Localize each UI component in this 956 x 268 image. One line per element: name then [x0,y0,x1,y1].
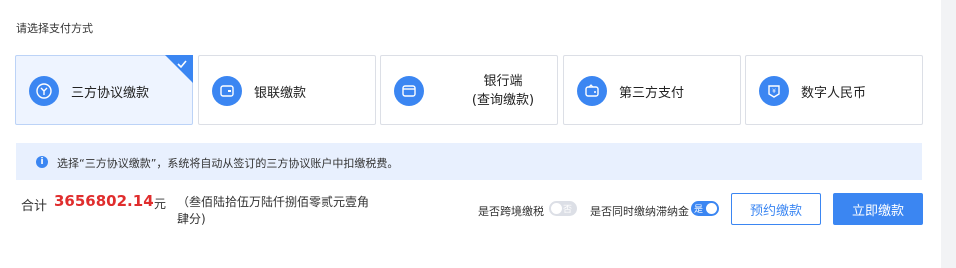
toggle-knob [551,203,562,214]
toggle-state-text: 是 [694,205,704,215]
check-icon [177,60,187,69]
method-card-unionpay[interactable]: 银联缴款 [198,55,376,125]
wallet-icon [577,76,607,106]
method-label: 银行端 (查询缴款) [453,72,553,110]
late-fee-toggle[interactable]: 是 [691,201,719,216]
method-card-third-party[interactable]: 第三方支付 [563,55,741,125]
late-fee-label: 是否同时缴纳滞纳金 [590,205,689,218]
method-label: 三方协议缴款 [71,86,150,101]
total-amount: 3656802.14 [54,192,154,210]
method-label: 第三方支付 [619,86,685,101]
reserve-payment-button[interactable]: 预约缴款 [731,193,821,225]
toggle-state-text: 否 [563,205,573,215]
agreement-icon [29,76,59,106]
method-card-agreement[interactable]: 三方协议缴款 [15,55,193,125]
digital-rmb-icon: ¥ [759,76,789,106]
method-label-line2: (查询缴款) [471,93,535,108]
notice-bar: i 选择“三方协议缴款”，系统将自动从签订的三方协议账户中扣缴税费。 [16,143,922,180]
method-label: 数字人民币 [801,86,867,101]
bank-wallet-icon [394,76,424,106]
pay-now-button[interactable]: 立即缴款 [833,193,923,225]
total-unit: 元 [154,197,167,211]
svg-text:¥: ¥ [772,88,776,95]
notice-text: 选择“三方协议缴款”，系统将自动从签订的三方协议账户中扣缴税费。 [57,157,399,170]
info-icon: i [36,156,48,168]
total-in-words: （叁佰陆拾伍万陆仟捌佰零贰元壹角肆分) [177,195,370,226]
right-scroll-area [941,0,956,268]
method-label: 银联缴款 [254,86,307,101]
cross-border-toggle[interactable]: 否 [549,201,577,216]
method-card-digital-rmb[interactable]: ¥ 数字人民币 [745,55,923,125]
toggle-knob [706,203,717,214]
method-card-bank[interactable]: 银行端 (查询缴款) [380,55,558,125]
method-label-line1: 银行端 [483,74,523,89]
section-title: 请选择支付方式 [16,22,93,35]
card-icon [212,76,242,106]
cross-border-label: 是否跨境缴税 [478,205,544,218]
total-label: 合计 [21,199,48,214]
